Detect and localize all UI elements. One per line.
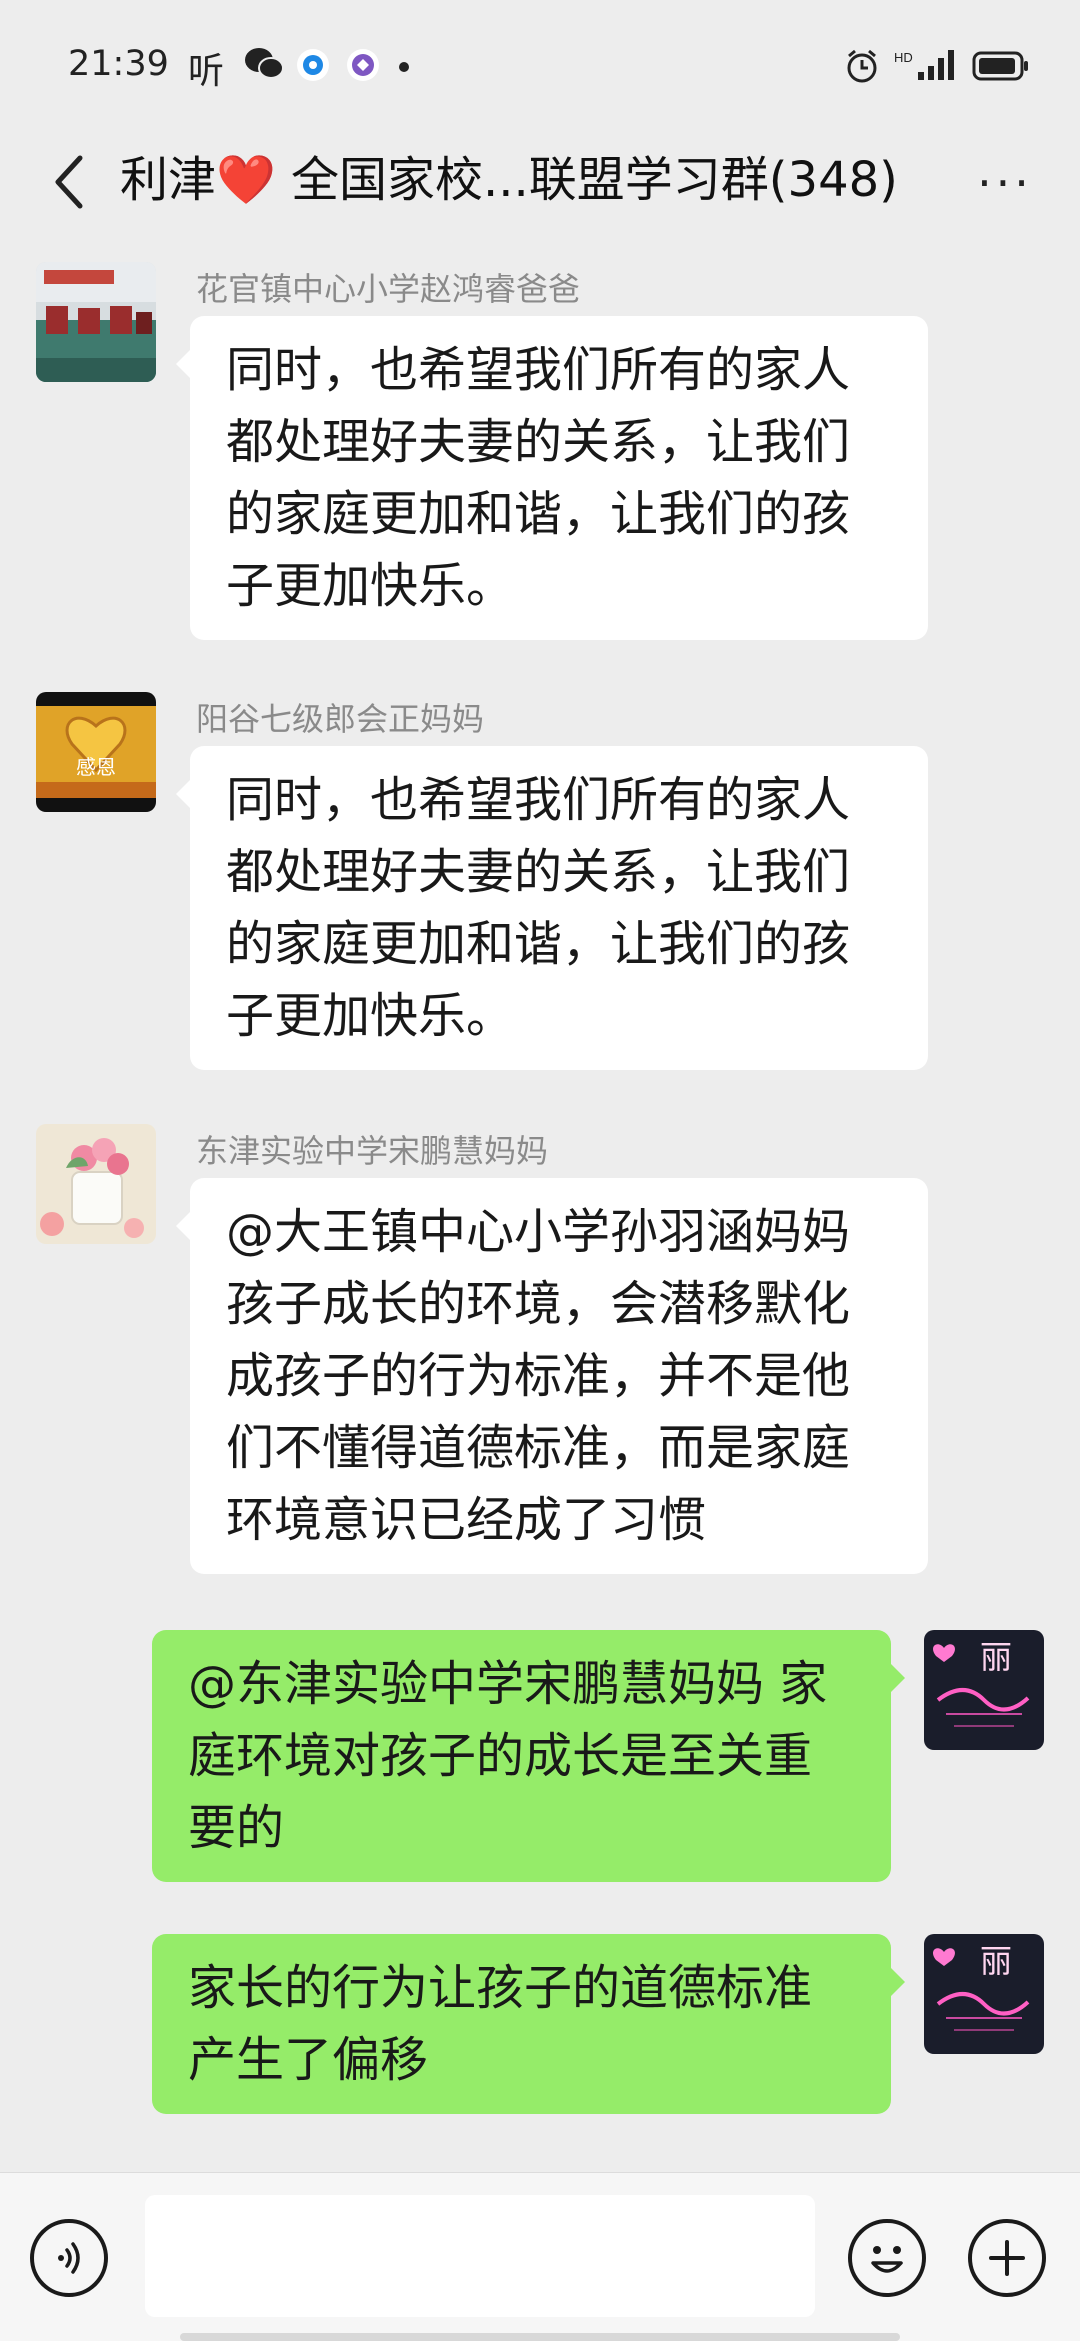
back-arrow-icon [55, 155, 83, 209]
message-line: 子更加快乐。 [226, 558, 515, 614]
mention-line: @大王镇中心小学孙羽涵妈妈 [226, 1204, 851, 1260]
battery-icon [972, 50, 1030, 86]
message-bubble[interactable]: 同时，也希望我们所有的家人 都处理好夫妻的关系，让我们 的家庭更加和谐，让我们的… [176, 316, 928, 640]
status-right-icons: HD [844, 48, 1030, 88]
message-input[interactable] [145, 2195, 815, 2317]
plus-button[interactable] [968, 2219, 1046, 2297]
hd-signal-icon: HD [894, 48, 958, 88]
message-line: 都处理好夫妻的关系，让我们 [226, 414, 851, 470]
chat-header: 利津❤️ 全国家校...联盟学习群(348) ··· [0, 130, 1080, 235]
mention-line: @东津实验中学宋鹏慧妈妈 家 [188, 1656, 828, 1712]
message-line: 们不懂得道德标准，而是家庭 [226, 1420, 851, 1476]
avatar[interactable] [36, 1124, 156, 1244]
status-bar: 21:39 听 HD [0, 0, 1080, 130]
avatar[interactable] [36, 262, 156, 382]
message-line: 子更加快乐。 [226, 988, 515, 1044]
svg-text:HD: HD [894, 50, 913, 65]
chat-title[interactable]: 利津❤️ 全国家校...联盟学习群(348) [120, 144, 940, 216]
status-time: 21:39 [68, 44, 169, 84]
notification-dot-icon [398, 58, 410, 77]
sender-name: 阳谷七级郎会正妈妈 [196, 700, 485, 738]
more-button[interactable]: ··· [970, 156, 1040, 210]
avatar-text: 感恩 [76, 755, 116, 779]
plus-icon [989, 2240, 1025, 2276]
back-button[interactable] [38, 142, 98, 222]
message-line: 都处理好夫妻的关系，让我们 [226, 844, 851, 900]
ting-app-icon: 听 [188, 51, 225, 92]
alarm-icon [844, 48, 880, 88]
more-icon: ··· [977, 156, 1033, 210]
message-bubble[interactable]: @大王镇中心小学孙羽涵妈妈 孩子成长的环境，会潜移默化 成孩子的行为标准，并不是… [176, 1178, 928, 1574]
avatar-self[interactable]: 丽 [924, 1934, 1044, 2054]
message-line: 的家庭更加和谐，让我们的孩 [226, 486, 851, 542]
message-bubble-self[interactable]: @东津实验中学宋鹏慧妈妈 家 庭环境对孩子的成长是至关重 要的 [152, 1630, 905, 1882]
message-bubble[interactable]: 同时，也希望我们所有的家人 都处理好夫妻的关系，让我们 的家庭更加和谐，让我们的… [176, 746, 928, 1070]
message-line: 庭环境对孩子的成长是至关重 [188, 1728, 813, 1784]
message-line: 同时，也希望我们所有的家人 [226, 772, 851, 828]
emoji-button[interactable] [848, 2219, 926, 2297]
message-line: 要的 [188, 1800, 285, 1856]
message-line: 产生了偏移 [188, 2032, 429, 2088]
app-icon [346, 48, 380, 86]
wechat-icon [244, 46, 284, 86]
avatar-self[interactable]: 丽 [924, 1630, 1044, 1750]
voice-button[interactable] [30, 2219, 108, 2297]
message-bubble-self[interactable]: 家长的行为让孩子的道德标准 产生了偏移 [152, 1934, 905, 2114]
avatar-text: 丽 [980, 1942, 1012, 1980]
avatar[interactable]: 感恩 [36, 692, 156, 812]
message-line: 家长的行为让孩子的道德标准 [188, 1960, 813, 2016]
sender-name: 花官镇中心小学赵鸿睿爸爸 [196, 270, 581, 308]
avatar-text: 丽 [980, 1638, 1012, 1676]
emoji-icon [871, 2246, 903, 2273]
message-line: 环境意识已经成了习惯 [226, 1492, 707, 1548]
input-bar [0, 2172, 1080, 2341]
sender-name: 东津实验中学宋鹏慧妈妈 [196, 1132, 549, 1170]
message-line: 同时，也希望我们所有的家人 [226, 342, 851, 398]
message-line: 的家庭更加和谐，让我们的孩 [226, 916, 851, 972]
message-line: 成孩子的行为标准，并不是他 [226, 1348, 851, 1404]
message-line: 孩子成长的环境，会潜移默化 [226, 1276, 851, 1332]
voice-icon [58, 2242, 80, 2274]
browser-icon [296, 48, 330, 86]
